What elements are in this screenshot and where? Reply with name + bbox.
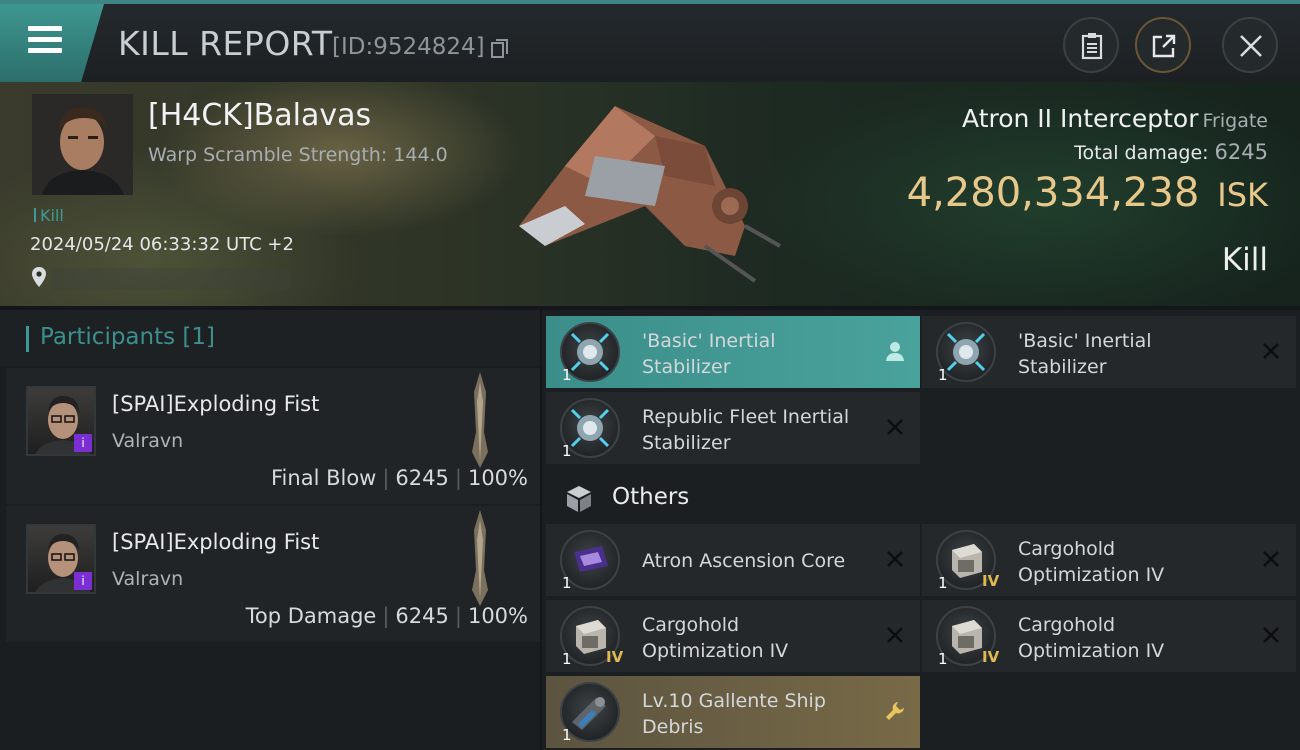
participant-damage: 6245 <box>395 466 449 490</box>
kill-tag: Kill <box>34 206 64 225</box>
item-quantity: 1 <box>562 726 572 744</box>
participant-ship: Valravn <box>112 568 184 590</box>
isk-unit: ISK <box>1217 176 1268 214</box>
warp-scramble-strength: Warp Scramble Strength: 144.0 <box>148 144 448 166</box>
faction-badge-icon: i <box>74 572 92 590</box>
isk-value: 4,280,334,238 ISK <box>906 170 1268 216</box>
item-name: Lv.10 Gallente Ship Debris <box>642 690 826 738</box>
share-icon <box>1152 34 1176 58</box>
item-quantity: 1 <box>562 650 572 668</box>
item-level: IV <box>982 572 1000 590</box>
participant-percent: 100% <box>467 604 528 628</box>
item-slot[interactable]: 1 IV Cargohold Optimization IV <box>546 600 920 672</box>
report-id: [ID:9524824] <box>332 34 485 60</box>
item-name: Atron Ascension Core <box>642 550 846 572</box>
others-section-header: Others <box>542 472 1300 522</box>
item-name: 'Basic' Inertial Stabilizer <box>1018 330 1152 378</box>
others-label: Others <box>612 484 690 510</box>
cube-icon <box>567 486 591 512</box>
victim-summary: [H4CK]Balavas Warp Scramble Strength: 14… <box>0 82 1300 306</box>
menu-button[interactable] <box>0 4 104 82</box>
wrench-icon <box>886 702 904 720</box>
item-slot[interactable]: 1 'Basic' Inertial Stabilizer <box>922 316 1296 388</box>
participant-stats: Final Blow | 6245 | 100% <box>271 466 528 490</box>
fitting-items-panel: 1 'Basic' Inertial Stabilizer 1 'Basic' I… <box>542 310 1300 750</box>
participants-header: Participants [1] <box>0 310 540 366</box>
destroyed-x-icon <box>887 627 903 643</box>
share-button[interactable] <box>1135 17 1191 73</box>
participant-damage: 6245 <box>395 604 449 628</box>
portrait-image <box>32 94 133 195</box>
item-quantity: 1 <box>562 366 572 384</box>
ship-name[interactable]: Atron II Interceptor Frigate <box>962 104 1268 133</box>
close-button[interactable] <box>1222 17 1278 73</box>
item-name: Cargohold Optimization IV <box>1018 538 1165 586</box>
page-title: KILL REPORT <box>118 24 333 63</box>
item-slot[interactable]: 1 'Basic' Inertial Stabilizer <box>546 316 920 388</box>
participant-stats: Top Damage | 6245 | 100% <box>245 604 528 628</box>
copy-icon[interactable] <box>491 39 509 59</box>
header-accent-bar <box>26 326 29 352</box>
item-quantity: 1 <box>562 574 572 592</box>
item-level: IV <box>606 648 624 666</box>
item-slot[interactable]: 1 Atron Ascension Core <box>546 524 920 596</box>
participant-percent: 100% <box>467 466 528 490</box>
item-name: Republic Fleet Inertial Stabilizer <box>642 406 850 454</box>
participant-ship-icon <box>472 510 488 606</box>
destroyed-x-icon <box>1263 627 1279 643</box>
close-icon <box>1240 35 1262 57</box>
clipboard-button[interactable] <box>1063 17 1119 73</box>
participant-name: [SPAI]Exploding Fist <box>112 392 320 416</box>
item-quantity: 1 <box>938 366 948 384</box>
participant-ship: Valravn <box>112 430 184 452</box>
participants-panel: Participants [1] i [SPAI]Exploding Fist … <box>0 310 540 750</box>
participant-role: Final Blow <box>271 466 377 490</box>
destroyed-x-icon <box>887 551 903 567</box>
participant-row[interactable]: i [SPAI]Exploding Fist Valravn Top Damag… <box>6 506 540 642</box>
victim-name[interactable]: [H4CK]Balavas <box>148 98 371 133</box>
total-damage: Total damage: 6245 <box>1074 140 1268 164</box>
result-label: Kill <box>1221 242 1268 278</box>
kill-datetime: 2024/05/24 06:33:32 UTC +2 <box>30 234 294 255</box>
participant-portrait: i <box>26 524 96 594</box>
ship-class: Frigate <box>1202 110 1268 132</box>
item-name: Cargohold Optimization IV <box>642 614 789 662</box>
dropped-person-icon <box>886 342 904 361</box>
location-pin-icon <box>32 267 46 287</box>
destroyed-x-icon <box>887 419 903 435</box>
total-damage-value: 6245 <box>1214 140 1268 164</box>
faction-badge-icon: i <box>74 434 92 452</box>
hamburger-icon <box>28 26 62 54</box>
item-quantity: 1 <box>562 442 572 460</box>
item-slot[interactable]: 1 IV Cargohold Optimization IV <box>922 524 1296 596</box>
participant-portrait: i <box>26 386 96 456</box>
participant-row[interactable]: i [SPAI]Exploding Fist Valravn Final Blo… <box>6 368 540 504</box>
item-quantity: 1 <box>938 650 948 668</box>
participant-name: [SPAI]Exploding Fist <box>112 530 320 554</box>
ship-image <box>519 106 781 283</box>
item-slot[interactable]: 1 Republic Fleet Inertial Stabilizer <box>546 392 920 464</box>
participant-role: Top Damage <box>245 604 377 628</box>
item-level: IV <box>982 648 1000 666</box>
victim-portrait[interactable] <box>32 94 133 195</box>
item-slot[interactable]: 1 IV Cargohold Optimization IV <box>922 600 1296 672</box>
destroyed-x-icon <box>1263 551 1279 567</box>
item-name: Cargohold Optimization IV <box>1018 614 1165 662</box>
item-quantity: 1 <box>938 574 948 592</box>
clipboard-icon <box>1081 33 1103 60</box>
participants-title: Participants [1] <box>40 324 215 350</box>
location-redacted <box>52 268 290 290</box>
participant-ship-icon <box>472 372 488 468</box>
top-bar: KILL REPORT [ID:9524824] <box>0 0 1300 82</box>
item-slot[interactable]: 1 Lv.10 Gallente Ship Debris <box>546 676 920 748</box>
destroyed-x-icon <box>1263 343 1279 359</box>
item-name: 'Basic' Inertial Stabilizer <box>642 330 776 378</box>
